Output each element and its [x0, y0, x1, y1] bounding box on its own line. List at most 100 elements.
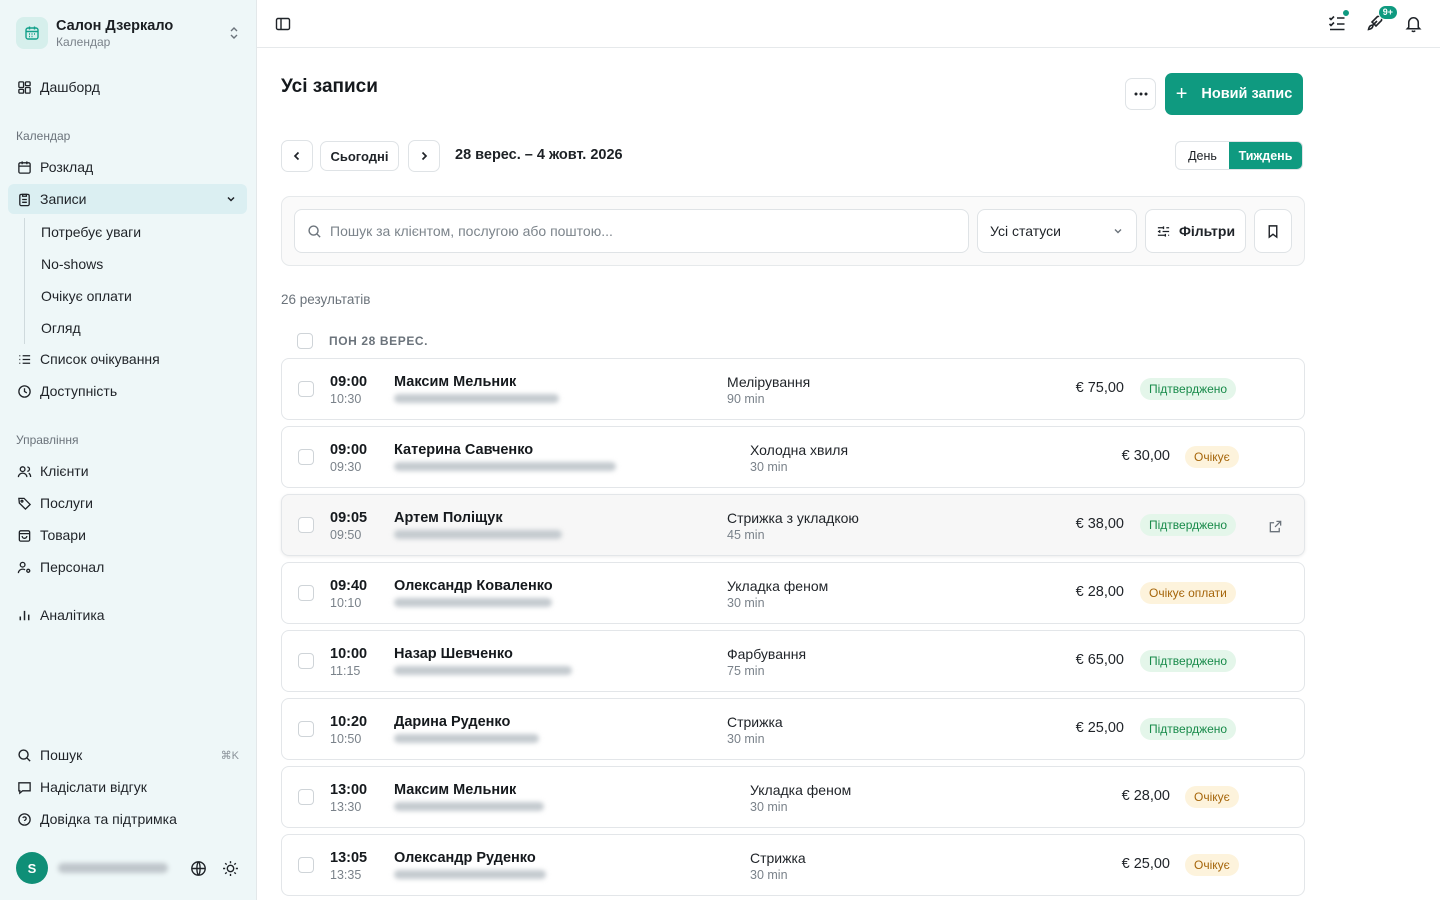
sidebar-subitem-no-shows[interactable]: No-shows	[41, 250, 103, 278]
start-time: 13:00	[330, 782, 368, 798]
sidebar-item-help[interactable]: Довідка та підтримка	[8, 804, 247, 834]
status-badge: Очікує оплати	[1140, 582, 1236, 604]
task-list-icon[interactable]	[1326, 9, 1350, 34]
status-badge: Очікує	[1185, 854, 1239, 876]
filters-button[interactable]: Фільтри	[1145, 209, 1246, 253]
view-week-option[interactable]: Тиждень	[1229, 142, 1302, 169]
service-duration: 30 min	[750, 800, 788, 814]
price: € 38,00	[1075, 516, 1124, 532]
chevrons-up-down-icon	[226, 23, 242, 43]
view-day-option[interactable]: День	[1176, 142, 1229, 169]
sidebar-item-services[interactable]: Послуги	[8, 488, 247, 518]
sidebar-subitem-needs-attention[interactable]: Потребує уваги	[41, 218, 141, 246]
sidebar-item-waitlist[interactable]: Список очікування	[8, 344, 247, 374]
sidebar-item-label: Персонал	[40, 559, 105, 575]
start-time: 09:05	[330, 510, 368, 526]
prev-week-button[interactable]	[281, 140, 313, 172]
start-time: 10:20	[330, 714, 368, 730]
sidebar-subitem-overview[interactable]: Огляд	[41, 314, 81, 342]
price: € 75,00	[1075, 380, 1124, 396]
sidebar-item-clients[interactable]: Клієнти	[8, 456, 247, 486]
client-name[interactable]: Назар Шевченко	[394, 646, 513, 662]
service-name: Холодна хвиля	[750, 442, 849, 458]
search-icon	[16, 747, 32, 763]
sidebar-subitem-awaiting-payment[interactable]: Очікує оплати	[41, 282, 132, 310]
external-link-icon[interactable]	[1266, 517, 1284, 535]
sidebar-item-label: Послуги	[40, 495, 93, 511]
table-row[interactable]: 09:40 10:10 Олександр Коваленко Укладка …	[281, 562, 1305, 624]
service-name: Стрижка з укладкою	[727, 510, 859, 526]
client-email-redacted	[394, 802, 544, 811]
service-name: Фарбування	[727, 646, 807, 662]
next-week-button[interactable]	[408, 140, 440, 172]
service-name: Стрижка	[727, 714, 783, 730]
status-select[interactable]: Усі статуси	[977, 209, 1137, 253]
sun-icon[interactable]	[220, 858, 240, 878]
bell-icon[interactable]	[1402, 12, 1424, 34]
row-checkbox[interactable]	[298, 585, 314, 601]
table-row[interactable]: 10:00 11:15 Назар Шевченко Фарбування 75…	[281, 630, 1305, 692]
client-name[interactable]: Катерина Савченко	[394, 442, 533, 458]
new-appointment-button[interactable]: + Новий запис	[1165, 73, 1303, 115]
table-row[interactable]: 10:20 10:50 Дарина Руденко Стрижка 30 mi…	[281, 698, 1305, 760]
select-day-checkbox[interactable]	[297, 333, 313, 349]
client-name[interactable]: Дарина Руденко	[394, 714, 510, 730]
filters-button-label: Фільтри	[1178, 223, 1236, 239]
table-row[interactable]: 09:00 10:30 Максим Мельник Мелірування 9…	[281, 358, 1305, 420]
sidebar-item-label: Клієнти	[40, 463, 89, 479]
sidebar-item-feedback[interactable]: Надіслати відгук	[8, 772, 247, 802]
notification-count-badge: 9+	[1377, 5, 1398, 20]
list-icon	[16, 351, 32, 367]
sidebar-item-availability[interactable]: Доступність	[8, 376, 247, 406]
more-options-button[interactable]	[1125, 78, 1156, 110]
search-field[interactable]	[294, 209, 969, 253]
row-checkbox[interactable]	[298, 449, 314, 465]
client-name[interactable]: Олександр Руденко	[394, 850, 536, 866]
view-toggle: День Тиждень	[1175, 141, 1303, 170]
rocket-icon[interactable]: 9+	[1364, 5, 1398, 34]
table-row[interactable]: 13:00 13:30 Максим Мельник Укладка феном…	[281, 766, 1305, 828]
client-name[interactable]: Максим Мельник	[394, 374, 516, 390]
row-checkbox[interactable]	[298, 789, 314, 805]
price: € 25,00	[1075, 720, 1124, 736]
row-checkbox[interactable]	[298, 517, 314, 533]
sidebar-item-label: Розклад	[40, 159, 94, 175]
today-button[interactable]: Сьогодні	[320, 141, 399, 171]
table-row[interactable]: 13:05 13:35 Олександр Руденко Стрижка 30…	[281, 834, 1305, 896]
row-checkbox[interactable]	[298, 653, 314, 669]
row-checkbox[interactable]	[298, 721, 314, 737]
sidebar-item-search[interactable]: Пошук ⌘K	[8, 740, 247, 770]
dashboard-icon	[16, 79, 32, 95]
service-name: Стрижка	[750, 850, 806, 866]
saved-views-button[interactable]	[1254, 209, 1292, 253]
sidebar-item-products[interactable]: Товари	[8, 520, 247, 550]
sidebar-item-schedule[interactable]: Розклад	[8, 152, 247, 182]
start-time: 09:40	[330, 578, 368, 594]
client-name[interactable]: Артем Поліщук	[394, 510, 503, 526]
row-checkbox[interactable]	[298, 381, 314, 397]
results-count: 26 результатів	[281, 292, 371, 307]
workspace-switcher[interactable]: Салон Дзеркало Календар	[16, 16, 242, 50]
sidebar-toggle-icon[interactable]	[273, 14, 293, 34]
clock-icon	[16, 383, 32, 399]
client-name[interactable]: Максим Мельник	[394, 782, 516, 798]
row-checkbox[interactable]	[298, 857, 314, 873]
table-row[interactable]: 09:05 09:50 Артем Поліщук Стрижка з укла…	[281, 494, 1305, 556]
workspace-subtitle: Календар	[56, 34, 111, 49]
sidebar-item-staff[interactable]: Персонал	[8, 552, 247, 582]
end-time: 10:50	[330, 732, 362, 746]
sidebar-item-dashboard[interactable]: Дашборд	[8, 72, 247, 102]
sidebar-item-appointments[interactable]: Записи	[8, 184, 247, 214]
user-menu[interactable]: S	[16, 852, 242, 884]
client-email-redacted	[394, 394, 559, 403]
help-circle-icon	[16, 811, 32, 827]
table-row[interactable]: 09:00 09:30 Катерина Савченко Холодна хв…	[281, 426, 1305, 488]
client-name[interactable]: Олександр Коваленко	[394, 578, 553, 594]
search-input[interactable]	[330, 223, 930, 239]
service-name: Укладка феном	[727, 578, 829, 594]
sidebar-item-analytics[interactable]: Аналітика	[8, 600, 247, 630]
status-badge: Очікує	[1185, 446, 1239, 468]
client-email-redacted	[394, 598, 552, 607]
sidebar-item-label: Аналітика	[40, 607, 105, 623]
globe-icon[interactable]	[188, 858, 208, 878]
